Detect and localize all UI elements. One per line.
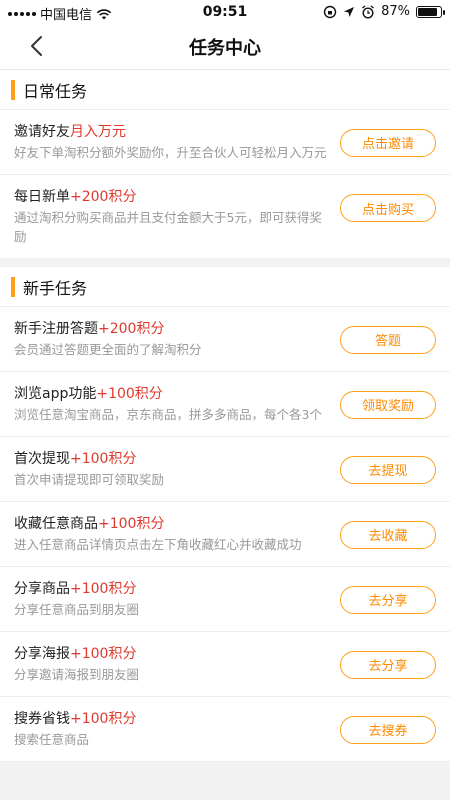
task-reward: +200积分 <box>70 189 137 205</box>
task-description: 浏览任意淘宝商品，京东商品，拼多多商品，每个各3个 <box>14 407 322 422</box>
task-item: 每日新单+200积分通过淘积分购买商品并且支付金额大于5元，即可获得奖励 点击购买 <box>0 175 450 259</box>
task-reward: +200积分 <box>98 321 165 337</box>
battery-icon <box>416 5 445 18</box>
task-action-button[interactable]: 去收藏 <box>340 520 436 549</box>
task-title: 邀请好友月入万元 <box>14 122 330 142</box>
task-action-button[interactable]: 点击购买 <box>340 194 436 222</box>
chevron-left-icon <box>31 36 42 56</box>
task-name: 邀请好友 <box>14 124 70 140</box>
task-reward: +100积分 <box>70 646 137 662</box>
task-item: 分享商品+100积分分享任意商品到朋友圈 去分享 <box>0 567 450 632</box>
task-title: 浏览app功能+100积分 <box>14 384 330 404</box>
task-name: 收藏任意商品 <box>14 516 98 532</box>
task-action-button[interactable]: 去搜券 <box>340 715 436 744</box>
location-icon <box>344 6 355 17</box>
task-action-button[interactable]: 领取奖励 <box>340 390 436 419</box>
task-title: 分享海报+100积分 <box>14 644 330 664</box>
back-button[interactable] <box>22 32 50 60</box>
orientation-lock-icon <box>323 5 337 18</box>
task-item: 首次提现+100积分首次申请提现即可领取奖励 去提现 <box>0 437 450 502</box>
task-description: 通过淘积分购买商品并且支付金额大于5元，即可获得奖励 <box>14 210 322 244</box>
task-item: 搜券省钱+100积分搜索任意商品 去搜券 <box>0 697 450 762</box>
section-title: 日常任务 <box>23 81 88 101</box>
task-title: 首次提现+100积分 <box>14 449 330 469</box>
nav-bar: 任务中心 <box>0 24 450 70</box>
battery-percent: 87% <box>381 4 410 19</box>
task-action-button[interactable]: 去提现 <box>340 455 436 484</box>
task-name: 分享海报 <box>14 646 70 662</box>
section-header: 新手任务 <box>0 267 450 307</box>
task-name: 浏览app功能 <box>14 386 97 402</box>
section-accent-bar <box>11 79 15 100</box>
task-title: 新手注册答题+200积分 <box>14 319 330 339</box>
alarm-icon <box>362 4 375 19</box>
task-description: 搜索任意商品 <box>14 732 90 747</box>
task-item: 分享海报+100积分分享邀请海报到朋友圈 去分享 <box>0 632 450 697</box>
status-bar: 中国电信 09:51 87% <box>0 0 450 24</box>
task-description: 分享任意商品到朋友圈 <box>14 602 140 617</box>
task-title: 每日新单+200积分 <box>14 187 330 207</box>
task-reward: +100积分 <box>70 711 137 727</box>
task-item: 邀请好友月入万元好友下单淘积分额外奖励你，升至合伙人可轻松月入万元 点击邀请 <box>0 110 450 175</box>
section-header: 日常任务 <box>0 70 450 110</box>
task-item: 浏览app功能+100积分浏览任意淘宝商品，京东商品，拼多多商品，每个各3个 领取… <box>0 372 450 437</box>
task-item: 新手注册答题+200积分会员通过答题更全面的了解淘积分 答题 <box>0 307 450 372</box>
status-right: 87% <box>323 4 445 19</box>
task-title: 分享商品+100积分 <box>14 579 330 599</box>
task-name: 搜券省钱 <box>14 711 70 727</box>
task-title: 收藏任意商品+100积分 <box>14 514 330 534</box>
task-name: 新手注册答题 <box>14 321 98 337</box>
task-reward: +100积分 <box>96 386 163 402</box>
page-title: 任务中心 <box>189 37 261 59</box>
task-description: 分享邀请海报到朋友圈 <box>14 667 140 682</box>
task-title: 搜券省钱+100积分 <box>14 709 330 729</box>
task-action-button[interactable]: 点击邀请 <box>340 128 436 157</box>
task-name: 首次提现 <box>14 451 70 467</box>
task-name: 分享商品 <box>14 581 70 597</box>
task-name: 每日新单 <box>14 189 70 205</box>
task-reward: 月入万元 <box>70 124 126 140</box>
task-action-button[interactable]: 答题 <box>340 325 436 354</box>
task-action-button[interactable]: 去分享 <box>340 650 436 679</box>
section-title: 新手任务 <box>23 278 88 298</box>
task-list: 日常任务邀请好友月入万元好友下单淘积分额外奖励你，升至合伙人可轻松月入万元 点击邀… <box>0 70 450 762</box>
section-accent-bar <box>11 276 15 297</box>
task-description: 进入任意商品详情页点击左下角收藏红心并收藏成功 <box>14 537 302 552</box>
task-action-button[interactable]: 去分享 <box>340 585 436 614</box>
task-description: 首次申请提现即可领取奖励 <box>14 472 165 487</box>
task-description: 会员通过答题更全面的了解淘积分 <box>14 342 202 357</box>
task-reward: +100积分 <box>70 581 137 597</box>
task-reward: +100积分 <box>70 451 137 467</box>
task-description: 好友下单淘积分额外奖励你，升至合伙人可轻松月入万元 <box>14 145 327 160</box>
task-item: 收藏任意商品+100积分进入任意商品详情页点击左下角收藏红心并收藏成功 去收藏 <box>0 502 450 567</box>
task-reward: +100积分 <box>98 516 165 532</box>
